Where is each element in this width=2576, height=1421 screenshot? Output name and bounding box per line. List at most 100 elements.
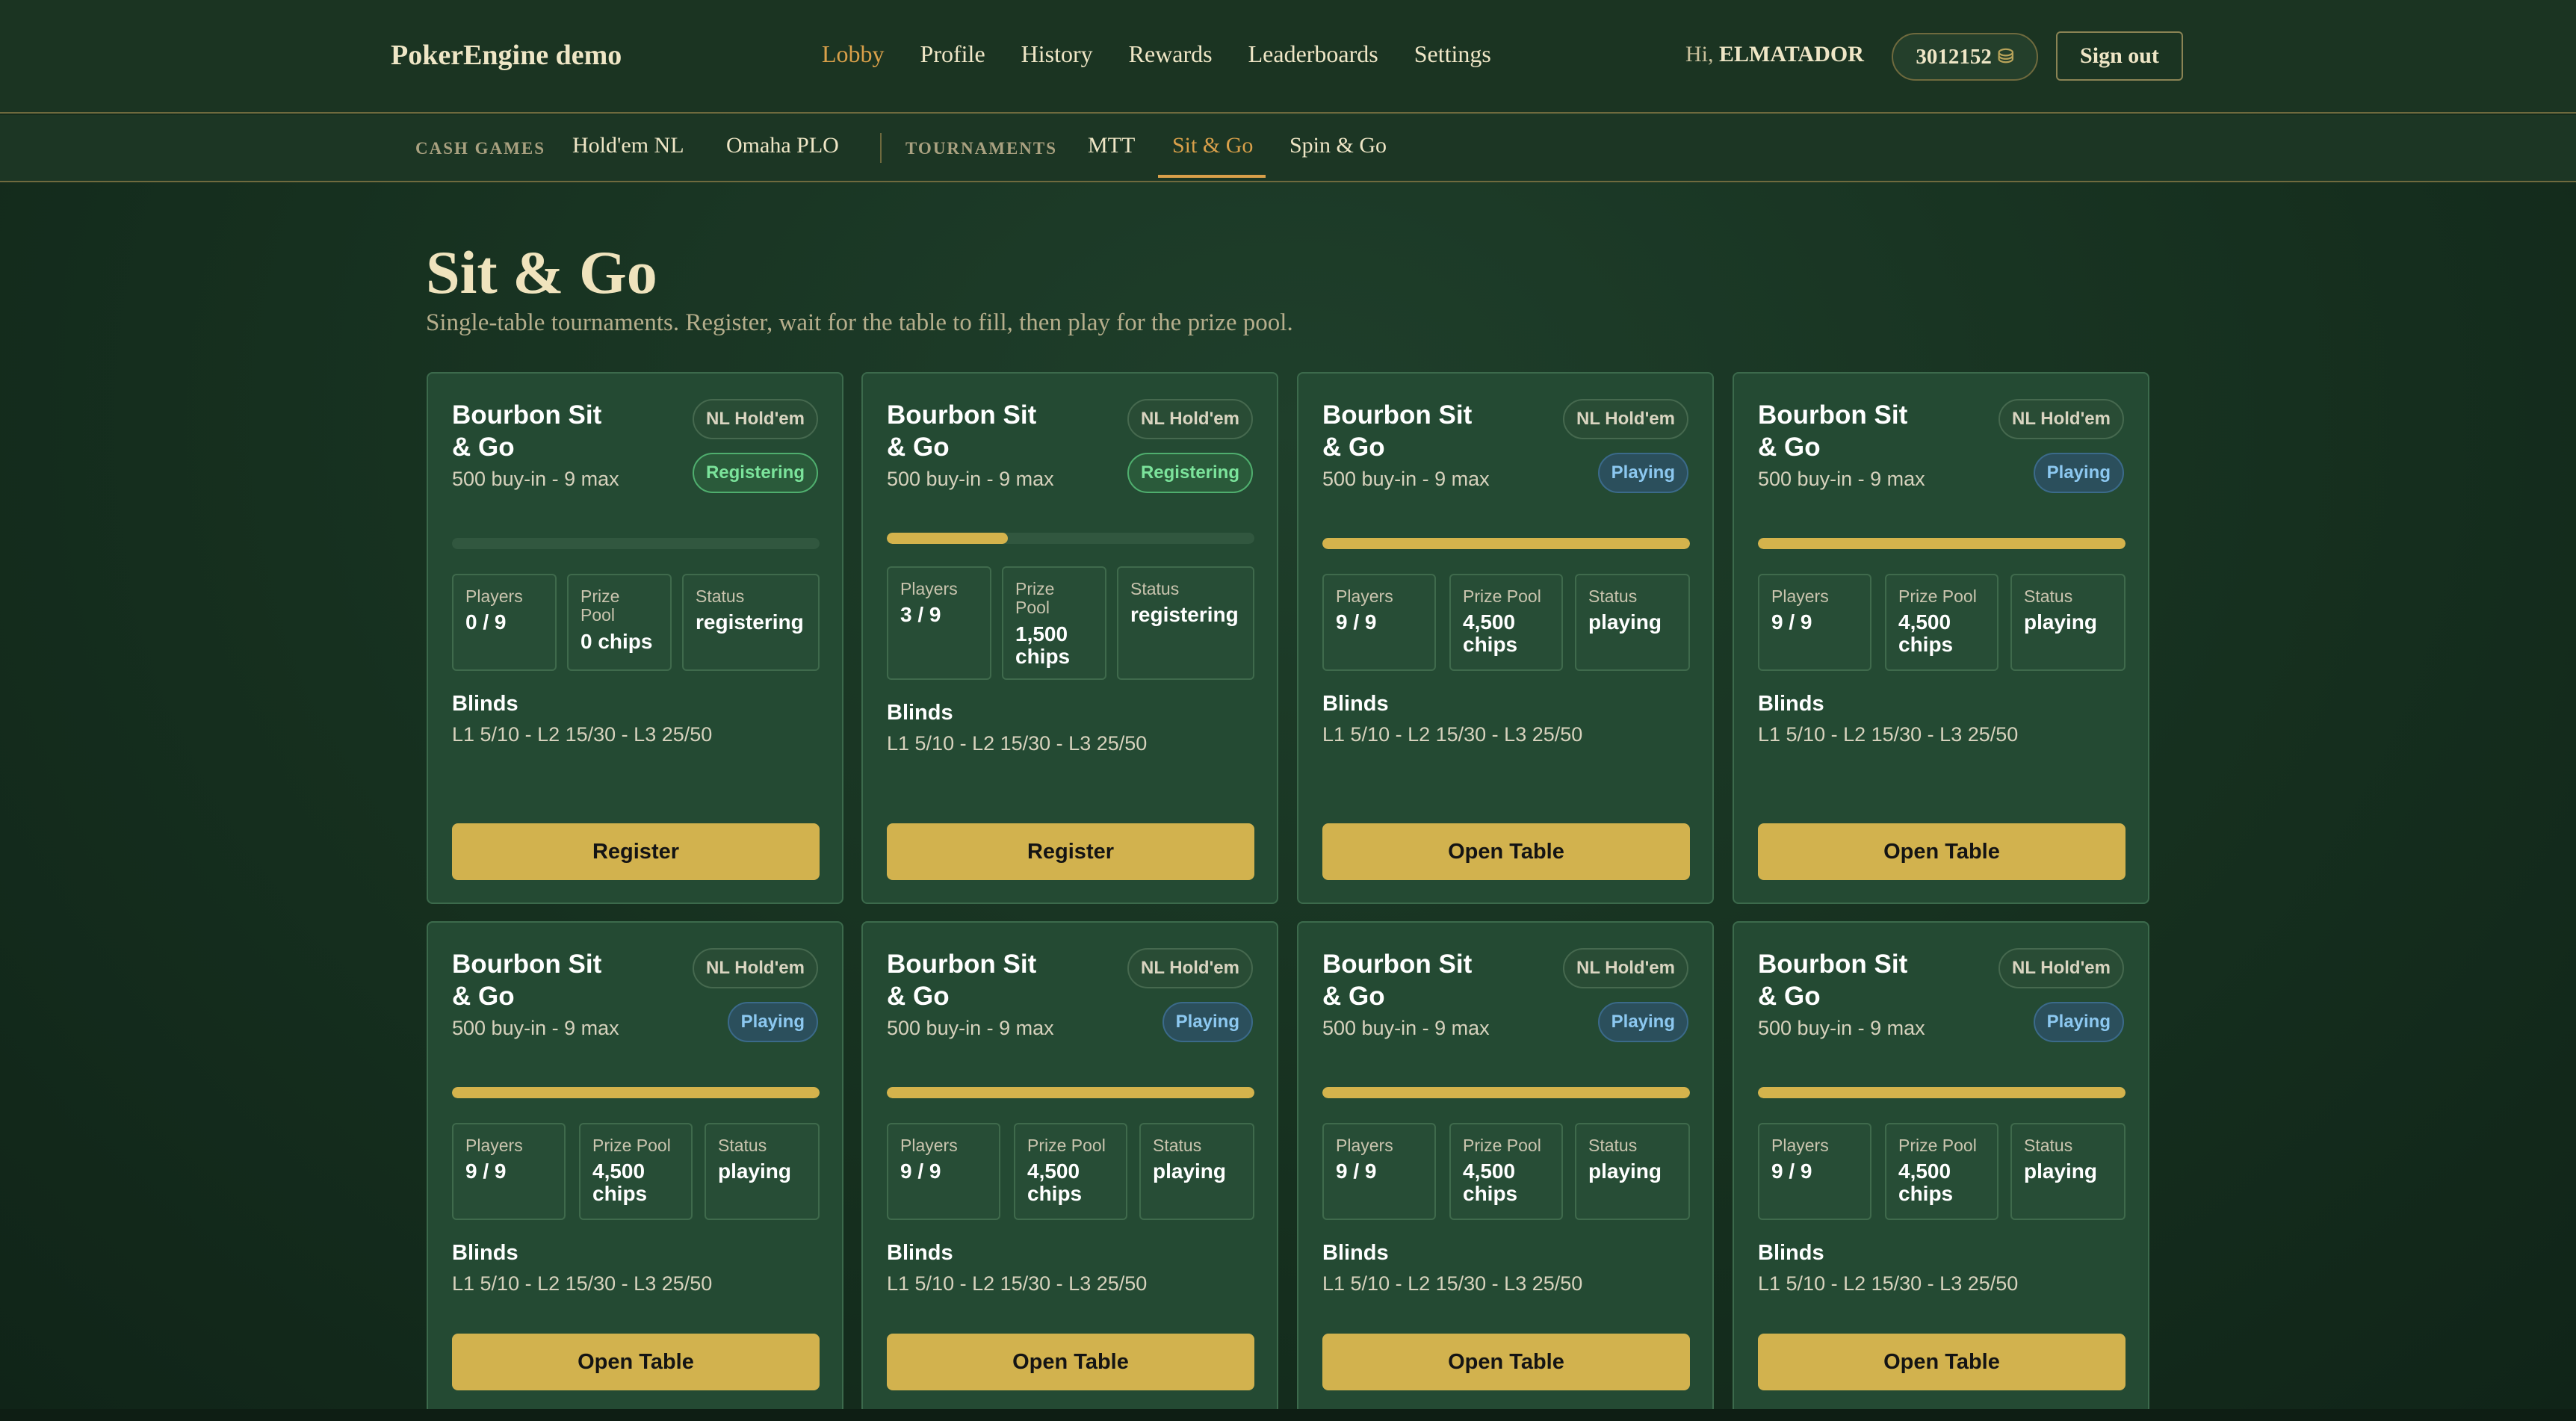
game-type-badge: NL Hold'em <box>1127 948 1253 988</box>
brand-logo[interactable]: PokerEngine demo <box>391 39 622 72</box>
register-button[interactable]: Register <box>452 823 820 880</box>
sit-and-go-card: Bourbon Sit & Go 500 buy-in - 9 max NL H… <box>427 921 843 1414</box>
status-stat: Status playing <box>2010 574 2125 671</box>
seat-progress-fill <box>1322 1087 1690 1098</box>
sit-and-go-card: Bourbon Sit & Go 500 buy-in - 9 max NL H… <box>1733 372 2149 904</box>
blinds-structure: L1 5/10 - L2 15/30 - L3 25/50 <box>1758 1272 2019 1295</box>
open-table-button[interactable]: Open Table <box>452 1334 820 1390</box>
prize-pool-label: Prize Pool <box>1463 586 1541 606</box>
card-title: Bourbon Sit & Go <box>1322 950 1473 1011</box>
username: ELMATADOR <box>1719 42 1864 66</box>
status-badge: Playing <box>2033 1002 2124 1042</box>
sit-and-go-card: Bourbon Sit & Go 500 buy-in - 9 max NL H… <box>1297 921 1714 1414</box>
sit-and-go-card: Bourbon Sit & Go 500 buy-in - 9 max NL H… <box>861 372 1278 904</box>
seat-progress-bar <box>887 533 1254 544</box>
status-value: registering <box>696 610 804 634</box>
prize-pool-stat: Prize Pool 4,500 chips <box>1449 1123 1563 1220</box>
prize-pool-value: 4,500 chips <box>1463 610 1518 656</box>
seat-progress-fill <box>887 533 1009 544</box>
card-title: Bourbon Sit & Go <box>887 950 1037 1011</box>
active-tab-underline <box>1158 175 1266 178</box>
seat-progress-bar <box>452 538 820 549</box>
players-value: 0 / 9 <box>465 610 507 634</box>
prize-pool-stat: Prize Pool 0 chips <box>567 574 672 671</box>
blinds-heading: Blinds <box>887 1241 953 1265</box>
blinds-structure: L1 5/10 - L2 15/30 - L3 25/50 <box>452 723 713 746</box>
players-stat: Players 3 / 9 <box>887 566 991 680</box>
status-value: playing <box>718 1160 792 1183</box>
prize-pool-value: 4,500 chips <box>1027 1160 1083 1205</box>
players-stat: Players 9 / 9 <box>1322 1123 1436 1220</box>
sit-and-go-card: Bourbon Sit & Go 500 buy-in - 9 max NL H… <box>1733 921 2149 1414</box>
seat-progress-fill <box>1758 538 2125 549</box>
greeting-text: Hi, <box>1685 42 1714 66</box>
status-badge: Playing <box>1162 1002 1253 1042</box>
game-type-badge: NL Hold'em <box>1563 399 1688 439</box>
sit-and-go-card: Bourbon Sit & Go 500 buy-in - 9 max NL H… <box>861 921 1278 1414</box>
open-table-button[interactable]: Open Table <box>1322 1334 1690 1390</box>
status-label: Status <box>1588 1136 1638 1155</box>
tournaments-label: TOURNAMENTS <box>905 139 1058 158</box>
register-button[interactable]: Register <box>887 823 1254 880</box>
prize-pool-value: 4,500 chips <box>1898 610 1954 656</box>
prize-pool-stat: Prize Pool 4,500 chips <box>1449 574 1563 671</box>
sit-and-go-card: Bourbon Sit & Go 500 buy-in - 9 max NL H… <box>427 372 843 904</box>
seat-progress-bar <box>887 1087 1254 1098</box>
blinds-heading: Blinds <box>1322 692 1389 716</box>
status-badge: Playing <box>1597 1002 1688 1042</box>
card-title: Bourbon Sit & Go <box>1322 400 1473 462</box>
nav-settings[interactable]: Settings <box>1414 40 1491 68</box>
prize-pool-value: 1,500 chips <box>1015 622 1071 668</box>
card-title: Bourbon Sit & Go <box>452 950 602 1011</box>
card-meta: 500 buy-in - 9 max <box>452 1017 619 1039</box>
players-value: 3 / 9 <box>900 603 941 626</box>
players-label: Players <box>1771 1136 1829 1155</box>
lobby-subnav: CASH GAMES Hold'em NL Omaha PLO TOURNAME… <box>0 115 2576 182</box>
open-table-button[interactable]: Open Table <box>1758 1334 2125 1390</box>
user-greeting: Hi, ELMATADOR <box>1685 42 1864 67</box>
nav-profile[interactable]: Profile <box>920 40 985 68</box>
status-value: playing <box>1153 1160 1227 1183</box>
status-label: Status <box>1153 1136 1202 1155</box>
prize-pool-value: 0 chips <box>580 630 653 653</box>
prize-pool-value: 4,500 chips <box>1463 1160 1518 1205</box>
status-badge: Registering <box>1127 453 1253 493</box>
tab-spin-and-go[interactable]: Spin & Go <box>1289 133 1387 158</box>
card-title: Bourbon Sit & Go <box>452 400 602 462</box>
open-table-button[interactable]: Open Table <box>1322 823 1690 880</box>
prize-pool-stat: Prize Pool 1,500 chips <box>1002 566 1106 680</box>
game-type-badge: NL Hold'em <box>693 948 818 988</box>
seat-progress-fill <box>1758 1087 2125 1098</box>
tab-omaha-plo[interactable]: Omaha PLO <box>726 133 839 158</box>
nav-history[interactable]: History <box>1021 40 1093 68</box>
nav-lobby[interactable]: Lobby <box>822 40 885 68</box>
status-stat: Status playing <box>1139 1123 1254 1220</box>
blinds-heading: Blinds <box>1758 692 1824 716</box>
players-stat: Players 9 / 9 <box>887 1123 1000 1220</box>
open-table-button[interactable]: Open Table <box>887 1334 1254 1390</box>
tab-mtt[interactable]: MTT <box>1088 133 1135 158</box>
chip-balance[interactable]: 3012152 ⛁ <box>1892 33 2038 81</box>
tab-sit-and-go[interactable]: Sit & Go <box>1172 133 1253 158</box>
game-type-badge: NL Hold'em <box>1127 399 1253 439</box>
card-meta: 500 buy-in - 9 max <box>452 468 619 490</box>
open-table-button[interactable]: Open Table <box>1758 823 2125 880</box>
sign-out-button[interactable]: Sign out <box>2056 31 2183 81</box>
players-label: Players <box>900 1136 958 1155</box>
prize-pool-label: Prize Pool <box>1027 1136 1106 1155</box>
blinds-heading: Blinds <box>452 1241 518 1265</box>
nav-rewards[interactable]: Rewards <box>1129 40 1213 68</box>
card-meta: 500 buy-in - 9 max <box>1758 468 1925 490</box>
prize-pool-label: Prize Pool <box>1463 1136 1541 1155</box>
seat-progress-bar <box>1758 1087 2125 1098</box>
players-label: Players <box>1336 1136 1393 1155</box>
game-type-badge: NL Hold'em <box>693 399 818 439</box>
status-value: playing <box>2024 610 2098 634</box>
tab-holdem-nl[interactable]: Hold'em NL <box>572 133 684 158</box>
balance-value: 3012152 <box>1916 44 1992 69</box>
seat-progress-fill <box>1322 538 1690 549</box>
nav-leaderboards[interactable]: Leaderboards <box>1248 40 1378 68</box>
players-label: Players <box>1771 586 1829 606</box>
blinds-heading: Blinds <box>1758 1241 1824 1265</box>
prize-pool-label: Prize Pool <box>592 1136 671 1155</box>
